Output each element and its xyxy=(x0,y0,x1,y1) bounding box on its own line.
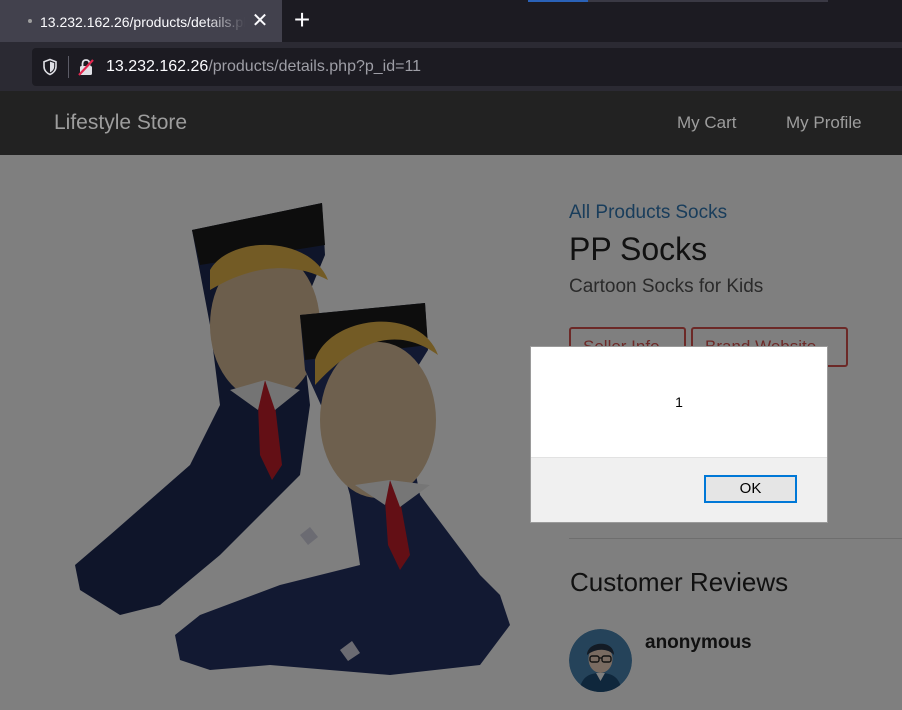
browser-tab-bar: 13.232.162.26/products/details.php?p_id=… xyxy=(0,0,902,42)
shield-icon[interactable] xyxy=(41,58,59,76)
ok-button[interactable]: OK xyxy=(704,475,797,503)
nav-my-profile[interactable]: My Profile xyxy=(786,113,862,133)
tab-loading-dot xyxy=(28,19,32,23)
url-text[interactable]: 13.232.162.26/products/details.php?p_id=… xyxy=(106,57,421,77)
insecure-connection-icon[interactable] xyxy=(76,57,96,77)
alert-footer: OK xyxy=(531,457,827,522)
url-host: 13.232.162.26 xyxy=(106,58,209,75)
close-icon[interactable]: ✕ xyxy=(250,10,270,32)
tab-strip-accent xyxy=(528,0,588,2)
browser-toolbar: 13.232.162.26/products/details.php?p_id=… xyxy=(0,42,902,91)
browser-tab[interactable]: 13.232.162.26/products/details.php?p_id=… xyxy=(0,0,282,42)
alert-message: 1 xyxy=(675,394,683,410)
alert-dialog: 1 OK xyxy=(530,346,828,523)
plus-icon[interactable]: + xyxy=(290,6,314,34)
site-header: Lifestyle Store My Cart My Profile xyxy=(0,91,902,155)
tab-strip-line xyxy=(588,0,828,2)
address-bar[interactable]: 13.232.162.26/products/details.php?p_id=… xyxy=(32,48,902,86)
brand-link[interactable]: Lifestyle Store xyxy=(54,111,187,135)
url-path: /products/details.php?p_id=11 xyxy=(208,58,422,75)
nav-my-cart[interactable]: My Cart xyxy=(677,113,737,133)
url-separator xyxy=(68,56,69,78)
